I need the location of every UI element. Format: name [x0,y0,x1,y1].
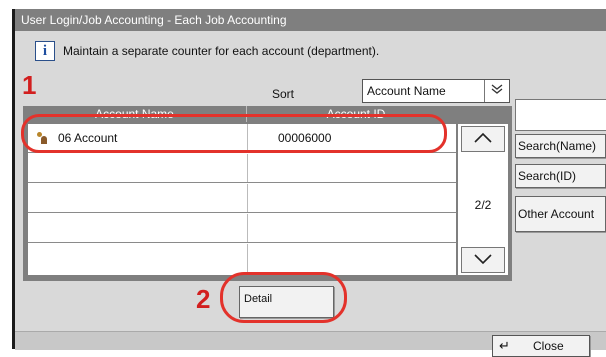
info-row: i Maintain a separate counter for each a… [35,40,379,62]
callout-number-2: 2 [196,284,211,314]
return-icon: ↵ [499,338,510,353]
close-label: Close [533,339,564,353]
row-highlight-oval [21,114,447,153]
table-row[interactable] [28,244,456,273]
chevron-down-icon [474,254,492,265]
sort-label: Sort [272,87,295,101]
scroll-down-button[interactable] [461,247,505,273]
account-name-cell[interactable] [28,154,248,182]
detail-highlight-oval [220,272,347,323]
sort-select[interactable]: Account Name [362,79,510,103]
close-button[interactable]: ↵ Close [492,335,590,357]
page-indicator: 2/2 [474,198,492,212]
account-name-cell[interactable] [28,184,248,212]
account-id-cell[interactable] [248,244,456,273]
scroll-up-button[interactable] [461,126,505,152]
chevron-up-icon [474,132,492,143]
info-message: Maintain a separate counter for each acc… [63,44,380,58]
table-row[interactable] [28,214,456,243]
other-account-button[interactable]: Other Account [515,196,606,232]
account-name-cell[interactable] [28,214,248,242]
search-id-button[interactable]: Search(ID) [515,164,606,188]
chevron-down-icon[interactable] [484,80,509,102]
scroll-column: 2/2 [458,124,508,275]
account-id-cell[interactable] [248,214,456,242]
callout-number-1: 1 [22,70,37,100]
search-field-box [515,99,606,131]
window-title: User Login/Job Accounting - Each Job Acc… [15,9,606,31]
account-id-cell[interactable] [248,154,456,182]
info-icon: i [35,41,55,61]
sort-value: Account Name [367,84,446,98]
account-name-cell[interactable] [28,244,248,273]
table-row[interactable] [28,184,456,213]
search-name-button[interactable]: Search(Name) [515,134,606,158]
table-row[interactable] [28,154,456,183]
account-id-cell[interactable] [248,184,456,212]
